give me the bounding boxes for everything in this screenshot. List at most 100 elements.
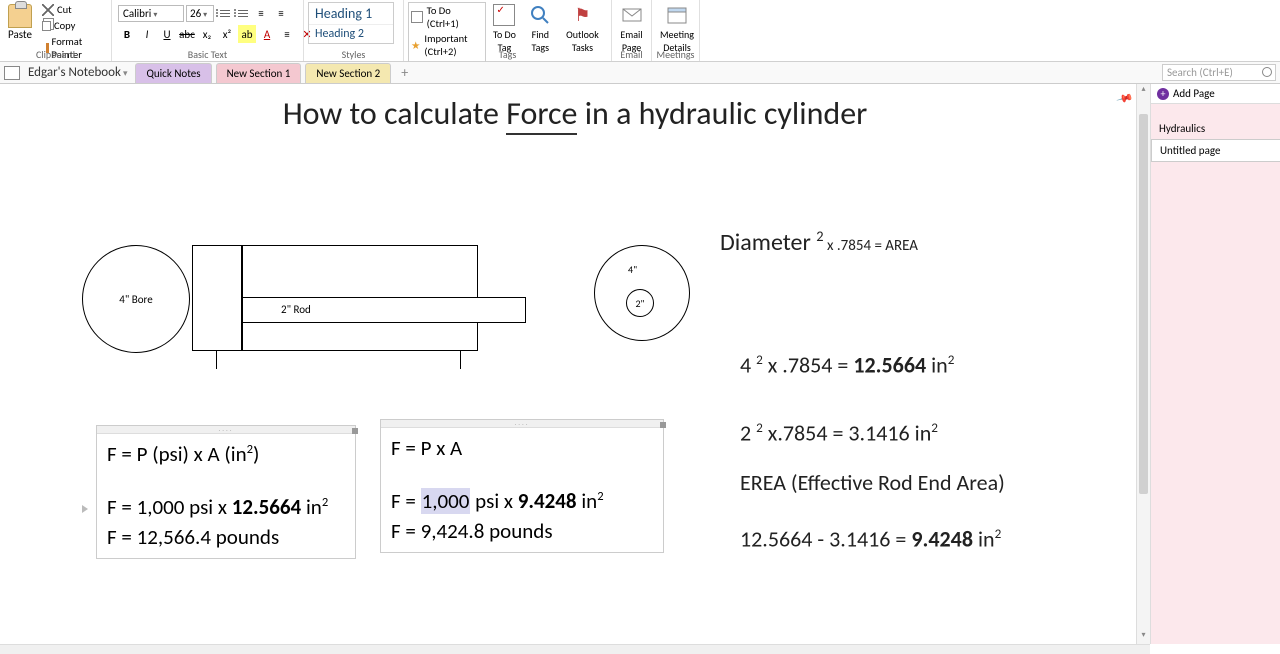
inner-diameter-label: 2" — [635, 297, 644, 310]
title-post: in a hydraulic cylinder — [577, 94, 867, 133]
size-value: 26 — [190, 7, 201, 20]
superscript-button[interactable]: x² — [218, 25, 236, 43]
paste-label: Paste — [8, 28, 32, 41]
txt: 2 — [740, 419, 756, 446]
strikethrough-button[interactable]: abc — [178, 25, 196, 43]
group-label: Clipboard — [0, 49, 111, 61]
formula-line: F = 1,000 psi x 9.4248 in2 — [391, 487, 653, 516]
note-grip[interactable]: .... — [381, 420, 663, 428]
scroll-down-arrow[interactable]: ▾ — [1137, 630, 1150, 644]
style-heading2[interactable]: Heading 2 — [309, 25, 393, 43]
diameter-formula: Diameter 2 x .7854 = AREA — [720, 227, 918, 257]
scroll-thumb[interactable] — [1139, 114, 1148, 494]
title-pre: How to calculate — [283, 94, 507, 133]
txt: psi x — [470, 488, 517, 514]
txt: 9.4248 — [518, 488, 577, 514]
txt: 2 — [756, 351, 763, 368]
note-content[interactable]: F = P (psi) x A (in2) F = 1,000 psi x 12… — [97, 434, 355, 558]
erea-label: EREA (Effective Rod End Area) — [740, 469, 1005, 496]
ribbon-group-basictext: Calibri 26 ≡ ≡ B I U abc x₂ x² ab A ≡ ✕ … — [112, 0, 304, 61]
paragraph-handle-icon[interactable] — [82, 505, 88, 513]
ribbon-group-tags: To Do (Ctrl+1) ★Important (Ctrl+2) ?Ques… — [404, 0, 612, 61]
find-tags-button[interactable]: Find Tags — [523, 2, 558, 56]
highlight-button[interactable]: ab — [238, 25, 256, 43]
indent-button[interactable]: ≡ — [272, 4, 290, 22]
bore-label: 4" Bore — [119, 293, 152, 306]
txt: 2 — [995, 525, 1002, 542]
vertical-scrollbar[interactable]: ▴ ▾ — [1136, 84, 1150, 644]
scissors-icon — [42, 4, 54, 16]
checkbox-icon — [411, 11, 423, 23]
txt: in — [577, 488, 598, 514]
group-label: Email — [612, 49, 651, 61]
scroll-up-arrow[interactable]: ▴ — [1137, 84, 1150, 98]
numbering-button[interactable] — [234, 6, 250, 20]
txt: in — [926, 351, 948, 378]
txt: in — [973, 525, 995, 552]
note-content[interactable]: F = P x A F = 1,000 psi x 9.4248 in2 F =… — [381, 428, 663, 552]
formula-line: F = 9,424.8 pounds — [391, 517, 653, 546]
txt: 12.5664 - 3.1416 = — [740, 525, 911, 552]
page-title: How to calculate Force in a hydraulic cy… — [283, 94, 868, 135]
style-heading1[interactable]: Heading 1 — [309, 3, 393, 25]
txt: 12.5664 — [232, 494, 301, 520]
page-item-untitled[interactable]: Untitled page — [1151, 139, 1280, 162]
txt: Diameter — [720, 228, 816, 257]
outdent-button[interactable]: ≡ — [252, 4, 270, 22]
paste-button[interactable]: Paste — [4, 2, 36, 43]
formula-line: F = P (psi) x A (in2) — [107, 440, 345, 469]
calc-2inch: 2 2 x.7854 = 3.1416 in2 — [740, 419, 938, 446]
add-section-button[interactable]: + — [395, 64, 414, 81]
cylinder-leg — [216, 351, 217, 369]
tag-todo[interactable]: To Do (Ctrl+1) — [409, 3, 485, 31]
formula-line: F = P x A — [391, 434, 653, 463]
font-select[interactable]: Calibri — [118, 5, 184, 22]
font-color-button[interactable]: A — [258, 25, 276, 43]
section-tab-quicknotes[interactable]: Quick Notes — [135, 63, 211, 83]
cut-label: Cut — [57, 3, 72, 16]
txt: 12.5664 — [853, 351, 926, 378]
group-label: Styles — [304, 49, 403, 61]
envelope-icon — [621, 4, 643, 26]
section-tab-newsection2[interactable]: New Section 2 — [305, 63, 391, 83]
font-size-select[interactable]: 26 — [186, 5, 214, 22]
cut-button[interactable]: Cut — [40, 2, 107, 17]
bold-button[interactable]: B — [118, 25, 136, 43]
styles-gallery[interactable]: Heading 1 Heading 2 — [308, 2, 394, 44]
subtract-formula: 12.5664 - 3.1416 = 9.4248 in2 — [740, 525, 1001, 552]
search-icon — [529, 4, 551, 26]
note-resize-handle[interactable] — [352, 428, 358, 434]
highlighted-text: 1,000 — [421, 488, 471, 514]
page-canvas[interactable]: 📌 How to calculate Force in a hydraulic … — [0, 84, 1150, 644]
section-tab-newsection1[interactable]: New Section 1 — [216, 63, 302, 83]
txt: x .7854 = AREA — [824, 237, 918, 255]
clipboard-icon — [8, 4, 32, 28]
flag-icon: ⚑ — [571, 4, 593, 26]
bullets-button[interactable] — [216, 6, 232, 20]
underline-button[interactable]: U — [158, 25, 176, 43]
align-button[interactable]: ≡ — [278, 25, 296, 43]
outlook-tasks-button[interactable]: ⚑Outlook Tasks — [558, 2, 607, 56]
concentric-inner-circle: 2" — [626, 289, 654, 317]
formula-line: F = 12,566.4 pounds — [107, 523, 345, 552]
note-container-1[interactable]: .... F = P (psi) x A (in2) F = 1,000 psi… — [96, 425, 356, 559]
notebook-dropdown[interactable]: Edgar's Notebook — [24, 65, 131, 80]
page-item-hydraulics[interactable]: Hydraulics — [1151, 118, 1280, 139]
bore-circle: 4" Bore — [82, 245, 190, 353]
notebook-icon — [4, 66, 20, 80]
note-grip[interactable]: .... — [97, 426, 355, 434]
ribbon-group-styles: Heading 1 Heading 2 Styles — [304, 0, 404, 61]
horizontal-scrollbar[interactable] — [0, 644, 1150, 654]
note-resize-handle[interactable] — [660, 422, 666, 428]
note-container-2[interactable]: .... F = P x A F = 1,000 psi x 9.4248 in… — [380, 419, 664, 553]
subscript-button[interactable]: x₂ — [198, 25, 216, 43]
search-input[interactable]: Search (Ctrl+E) — [1162, 64, 1276, 81]
italic-button[interactable]: I — [138, 25, 156, 43]
add-page-button[interactable]: + Add Page — [1151, 84, 1280, 104]
group-label: Tags — [404, 49, 611, 61]
group-label: Basic Text — [112, 49, 303, 61]
tag-label: To Do (Ctrl+1) — [427, 4, 484, 30]
calendar-icon — [666, 4, 688, 26]
txt: 2 — [597, 489, 603, 504]
copy-button[interactable]: Copy — [40, 18, 107, 33]
